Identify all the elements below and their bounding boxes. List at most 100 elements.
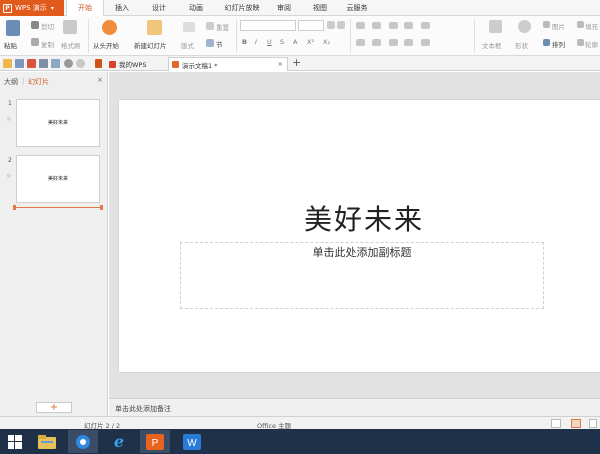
tab-document[interactable]: 演示文稿1 * ×	[168, 57, 288, 71]
chevron-down-icon: ▾	[50, 4, 54, 12]
tab-animation[interactable]: 动画	[182, 0, 210, 16]
justify-icon[interactable]	[404, 39, 413, 46]
font-grow-icon[interactable]	[327, 21, 335, 29]
slide-title[interactable]: 美好未来	[119, 198, 600, 238]
align-center-icon[interactable]	[372, 39, 381, 46]
play-icon[interactable]	[102, 20, 117, 35]
new-slide-button[interactable]: 新建幻灯片	[134, 40, 167, 50]
indent-increase-icon[interactable]	[404, 22, 413, 29]
tab-insert[interactable]: 插入	[108, 0, 136, 16]
numbering-icon[interactable]	[372, 22, 381, 29]
font-shrink-icon[interactable]	[337, 21, 345, 29]
section-button[interactable]: 节	[216, 39, 223, 49]
print-icon[interactable]	[39, 59, 48, 68]
wps-logo-icon: P	[3, 3, 12, 13]
tab-review[interactable]: 审阅	[270, 0, 298, 16]
notes-pane[interactable]: 单击此处添加备注	[109, 398, 600, 416]
shape-button[interactable]: 形状	[515, 40, 528, 50]
add-slide-button[interactable]: +	[36, 402, 72, 413]
tab-slides[interactable]: 幻灯片	[28, 77, 49, 87]
subtitle-placeholder[interactable]: 单击此处添加副标题	[180, 242, 544, 309]
subscript-button[interactable]: X₂	[323, 38, 330, 46]
separator	[350, 19, 351, 53]
indent-decrease-icon[interactable]	[389, 22, 398, 29]
bullets-icon[interactable]	[356, 22, 365, 29]
tab-design[interactable]: 设计	[145, 0, 173, 16]
picture-button[interactable]: 图片	[552, 21, 565, 31]
preview-icon[interactable]	[51, 59, 60, 68]
tab-home[interactable]: 开始	[66, 0, 104, 17]
windows-start-icon[interactable]	[0, 430, 30, 453]
ribbon-toolbar: 粘贴 剪切 复制 格式刷 从头开始 新建幻灯片 版式 重置 节 B I U S …	[0, 16, 600, 56]
tab-label: 我的WPS	[119, 61, 147, 69]
font-color-button[interactable]: A	[293, 38, 297, 46]
new-tab-button[interactable]: +	[292, 56, 301, 69]
tab-view[interactable]: 视图	[306, 0, 334, 16]
paste-button[interactable]: 粘贴	[4, 40, 17, 50]
app-icon[interactable]	[68, 430, 98, 453]
notes-toggle-icon[interactable]	[551, 419, 561, 428]
slide-number: 1	[8, 100, 12, 107]
text-direction-icon[interactable]	[421, 39, 430, 46]
export-pdf-icon[interactable]	[27, 59, 36, 68]
wps-presentation-icon[interactable]: P	[140, 430, 170, 453]
fill-button[interactable]: 填充	[585, 21, 598, 31]
cut-icon[interactable]	[31, 21, 39, 29]
tab-outline[interactable]: 大纲	[4, 77, 18, 87]
layout-button[interactable]: 版式	[181, 40, 194, 50]
align-left-icon[interactable]	[356, 39, 365, 46]
thumbnail-title: 美好未来	[47, 120, 68, 126]
arrange-button[interactable]: 排列	[552, 39, 565, 49]
cut-button[interactable]: 剪切	[41, 21, 54, 31]
normal-view-icon[interactable]	[571, 419, 581, 428]
format-painter-button[interactable]: 格式刷	[61, 40, 81, 50]
tab-cloud[interactable]: 云服务	[339, 0, 375, 16]
layout-icon[interactable]	[183, 22, 195, 32]
align-right-icon[interactable]	[389, 39, 398, 46]
bold-button[interactable]: B	[242, 38, 247, 46]
format-painter-icon[interactable]	[63, 20, 77, 34]
superscript-button[interactable]: X²	[307, 38, 314, 46]
tab-slideshow[interactable]: 幻灯片放映	[218, 0, 266, 16]
internet-explorer-icon[interactable]: e	[104, 430, 134, 453]
copy-button[interactable]: 复制	[41, 39, 54, 49]
text-box-icon[interactable]	[489, 20, 502, 33]
line-spacing-icon[interactable]	[421, 22, 430, 29]
thumbnail-title: 美好未来	[47, 176, 68, 182]
customize-icon[interactable]	[95, 59, 102, 68]
separator	[474, 19, 475, 53]
shape-icon[interactable]	[518, 20, 531, 33]
file-explorer-icon[interactable]	[32, 430, 62, 453]
new-slide-icon[interactable]	[147, 20, 162, 35]
copy-icon[interactable]	[31, 38, 39, 46]
slide-thumbnail-1[interactable]: 美好未来	[16, 99, 100, 147]
section-icon[interactable]	[206, 39, 214, 47]
open-folder-icon[interactable]	[3, 59, 12, 68]
slide[interactable]: 美好未来 单击此处添加副标题	[119, 100, 600, 372]
sorter-view-icon[interactable]	[589, 419, 597, 428]
italic-button[interactable]: I	[255, 38, 257, 46]
app-menu-button[interactable]: P WPS 演示 ▾	[0, 0, 64, 16]
slide-thumbnail-2[interactable]: 美好未来	[16, 155, 100, 203]
reset-button[interactable]: 重置	[216, 22, 229, 32]
redo-icon[interactable]	[76, 59, 85, 68]
close-icon[interactable]: ×	[278, 60, 283, 68]
arrange-icon[interactable]	[543, 39, 550, 46]
from-start-button[interactable]: 从头开始	[93, 40, 119, 50]
reset-icon[interactable]	[206, 22, 214, 30]
paste-icon[interactable]	[6, 20, 20, 36]
font-size-select[interactable]	[298, 20, 324, 31]
fill-icon[interactable]	[577, 21, 584, 28]
font-name-select[interactable]	[240, 20, 296, 31]
underline-button[interactable]: U	[267, 38, 272, 46]
text-box-button[interactable]: 文本框	[482, 40, 502, 50]
strike-button[interactable]: S	[280, 38, 284, 46]
picture-icon[interactable]	[543, 21, 550, 28]
tab-my-wps[interactable]: 我的WPS	[106, 57, 168, 71]
outline-icon[interactable]	[577, 39, 584, 46]
close-icon[interactable]: ×	[97, 76, 103, 84]
outline-button[interactable]: 轮廓	[585, 39, 598, 49]
undo-icon[interactable]	[64, 59, 73, 68]
wps-writer-icon[interactable]: W	[177, 430, 207, 453]
save-icon[interactable]	[15, 59, 24, 68]
